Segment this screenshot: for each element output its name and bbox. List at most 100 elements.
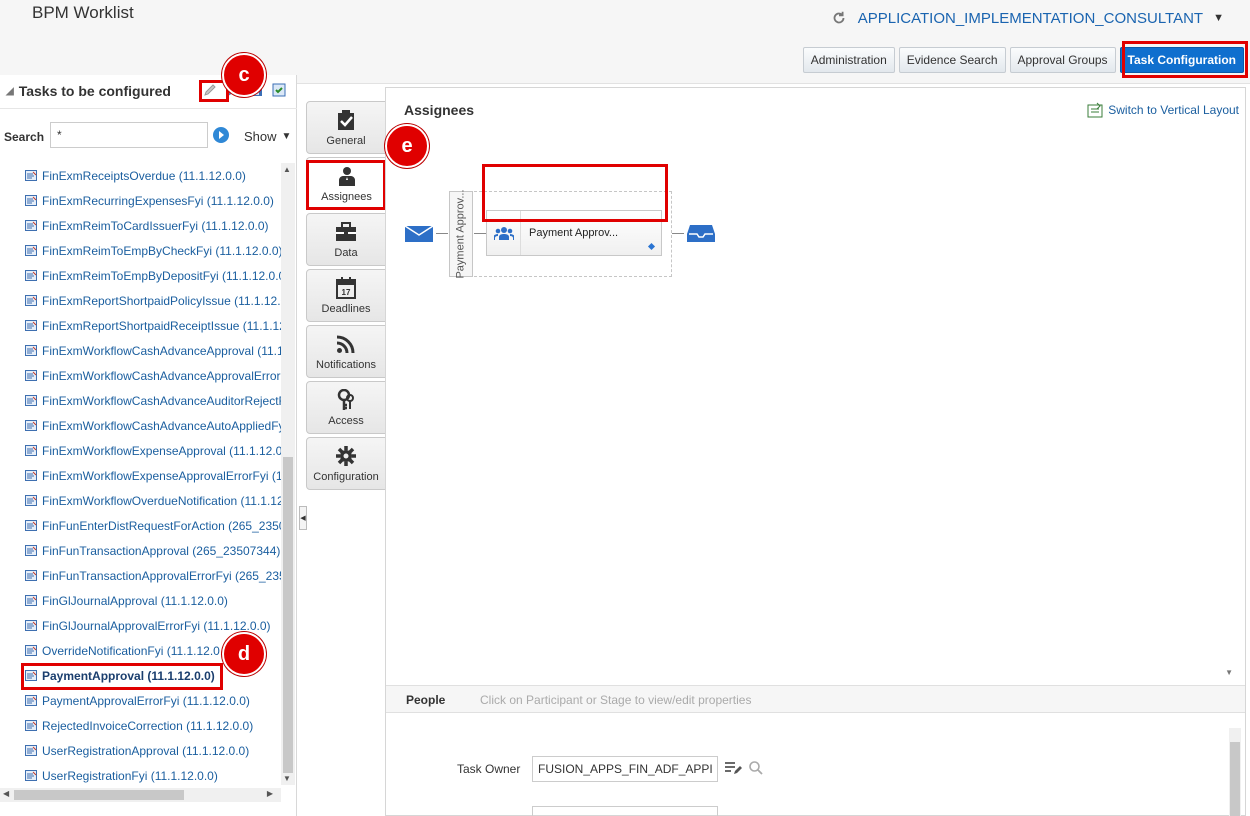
user-menu[interactable]: APPLICATION_IMPLEMENTATION_CONSULTANT ▼ — [830, 9, 1224, 27]
task-owner-input[interactable] — [532, 756, 718, 782]
task-icon — [25, 245, 37, 256]
task-label: FinExmWorkflowCashAdvanceApproval (11.1.… — [42, 343, 281, 358]
task-icon — [25, 320, 37, 331]
task-icon — [25, 495, 37, 506]
task-icon — [25, 195, 37, 206]
task-label: PaymentApproval (11.1.12.0.0) — [42, 668, 215, 683]
task-item[interactable]: FinExmReportShortpaidPolicyIssue (11.1.1… — [0, 288, 281, 313]
people-hint: Click on Participant or Stage to view/ed… — [480, 693, 752, 707]
keys-icon — [335, 388, 357, 411]
tab-administration[interactable]: Administration — [802, 47, 895, 73]
task-label: FinFunTransactionApproval (265_23507344) — [42, 543, 281, 558]
scroll-right-icon[interactable]: ▶ — [267, 789, 273, 798]
task-item[interactable]: FinExmWorkflowCashAdvanceApproval (11.1.… — [0, 338, 281, 363]
panel-splitter[interactable]: ◀ — [299, 506, 307, 530]
task-item[interactable]: FinExmWorkflowOverdueNotification (11.1.… — [0, 488, 281, 513]
second-field[interactable] — [532, 806, 718, 816]
nav-data[interactable]: Data — [306, 213, 386, 266]
stage-label-column[interactable]: Payment Approv... — [449, 189, 473, 279]
task-item[interactable]: PaymentApprovalErrorFyi (11.1.12.0.0) — [0, 688, 281, 713]
config-nav: General Assignees Data 17 Deadlines Noti… — [306, 101, 386, 493]
callout-e: e — [385, 124, 429, 168]
nav-label: Assignees — [321, 190, 372, 203]
switch-layout-label: Switch to Vertical Layout — [1108, 103, 1239, 117]
commit-icon[interactable] — [270, 81, 288, 99]
refresh-icon[interactable] — [830, 9, 848, 27]
task-label: FinExmReportShortpaidReceiptIssue (11.1.… — [42, 318, 281, 333]
tasks-panel-title[interactable]: ◢ Tasks to be configured — [6, 83, 171, 99]
end-inbox-icon — [687, 225, 715, 242]
callout-c: c — [222, 53, 266, 97]
nav-label: Notifications — [316, 358, 376, 371]
properties-pane: Task Owner — [386, 714, 1245, 816]
task-item[interactable]: FinExmReportShortpaidReceiptIssue (11.1.… — [0, 313, 281, 338]
task-item[interactable]: FinExmWorkflowCashAdvanceApprovalErrorFy… — [0, 363, 281, 388]
task-item[interactable]: FinExmWorkflowCashAdvanceAutoAppliedFyi — [0, 413, 281, 438]
switch-layout-link[interactable]: Switch to Vertical Layout — [1087, 102, 1239, 118]
task-item[interactable]: FinExmWorkflowExpenseApproval (11.1.12.0… — [0, 438, 281, 463]
task-item[interactable]: FinExmRecurringExpensesFyi (11.1.12.0.0) — [0, 188, 281, 213]
task-label: PaymentApprovalErrorFyi (11.1.12.0.0) — [42, 693, 250, 708]
stage-label: Payment Approv... — [455, 189, 468, 279]
task-list-hscroll[interactable]: ◀ ▶ — [0, 788, 281, 802]
nav-label: General — [326, 134, 366, 147]
scroll-up-icon[interactable]: ▲ — [283, 165, 291, 174]
nav-label: Configuration — [313, 470, 379, 483]
task-item[interactable]: UserRegistrationApproval (11.1.12.0.0) — [0, 738, 281, 763]
task-label: FinFunTransactionApprovalErrorFyi (265_2… — [42, 568, 281, 583]
task-label: FinFunEnterDistRequestForAction (265_235… — [42, 518, 281, 533]
task-icon — [25, 695, 37, 706]
tasks-panel-title-text: Tasks to be configured — [18, 83, 171, 99]
nav-deadlines[interactable]: 17 Deadlines — [306, 269, 386, 322]
task-label: UserRegistrationFyi (11.1.12.0.0) — [42, 768, 218, 783]
user-name[interactable]: APPLICATION_IMPLEMENTATION_CONSULTANT — [858, 10, 1203, 27]
task-icon — [25, 645, 37, 656]
task-label: OverrideNotificationFyi (11.1.12.0.0) — [42, 643, 234, 658]
scroll-left-icon[interactable]: ◀ — [3, 789, 9, 798]
task-list-vscroll[interactable]: ▲ ▼ — [281, 163, 295, 785]
task-item[interactable]: FinExmReimToCardIssuerFyi (11.1.12.0.0) — [0, 213, 281, 238]
task-item[interactable]: FinExmReceiptsOverdue (11.1.12.0.0) — [0, 163, 281, 188]
main-panel: Assignees Switch to Vertical Layout Paym… — [385, 87, 1246, 816]
tab-evidence-search[interactable]: Evidence Search — [898, 47, 1006, 73]
edit-pencil-icon[interactable] — [201, 81, 219, 99]
properties-scrollbar[interactable] — [1229, 728, 1241, 816]
task-item[interactable]: FinGlJournalApproval (11.1.12.0.0) — [0, 588, 281, 613]
chevron-down-icon[interactable]: ▼ — [1225, 668, 1233, 677]
search-icon[interactable] — [748, 760, 764, 776]
task-item[interactable]: UserRegistrationFyi (11.1.12.0.0) — [0, 763, 281, 785]
briefcase-icon — [335, 221, 357, 243]
show-menu-button[interactable]: Show ▼ — [244, 129, 291, 144]
nav-assignees[interactable]: Assignees — [306, 157, 386, 210]
chevron-down-icon[interactable]: ▼ — [1213, 12, 1224, 24]
nav-general[interactable]: General — [306, 101, 386, 154]
nav-configuration[interactable]: Configuration — [306, 437, 386, 490]
nav-notifications[interactable]: Notifications — [306, 325, 386, 378]
task-icon — [25, 345, 37, 356]
task-item[interactable]: FinFunTransactionApproval (265_23507344) — [0, 538, 281, 563]
task-item[interactable]: FinExmReimToEmpByDepositFyi (11.1.12.0.0… — [0, 263, 281, 288]
search-input[interactable] — [50, 122, 208, 148]
tab-task-configuration[interactable]: Task Configuration — [1119, 47, 1244, 73]
task-item[interactable]: FinExmReimToEmpByCheckFyi (11.1.12.0.0) — [0, 238, 281, 263]
tab-approval-groups[interactable]: Approval Groups — [1009, 47, 1116, 73]
scroll-thumb[interactable] — [14, 790, 184, 800]
scroll-thumb[interactable] — [1230, 742, 1240, 816]
scroll-down-icon[interactable]: ▼ — [283, 774, 291, 783]
task-item[interactable]: FinFunEnterDistRequestForAction (265_235… — [0, 513, 281, 538]
edit-list-icon[interactable] — [724, 760, 742, 776]
task-icon — [25, 295, 37, 306]
collapse-triangle-icon[interactable]: ◢ — [6, 86, 14, 97]
task-item[interactable]: FinFunTransactionApprovalErrorFyi (265_2… — [0, 563, 281, 588]
task-label: RejectedInvoiceCorrection (11.1.12.0.0) — [42, 718, 254, 733]
task-icon — [25, 270, 37, 281]
search-row: Search Show ▼ — [0, 121, 297, 151]
task-item[interactable]: RejectedInvoiceCorrection (11.1.12.0.0) — [0, 713, 281, 738]
task-item[interactable]: FinExmWorkflowCashAdvanceAuditorRejectFy… — [0, 388, 281, 413]
search-go-icon[interactable] — [212, 126, 230, 144]
scroll-thumb[interactable] — [283, 457, 293, 773]
participant-block[interactable]: Payment Approv... — [486, 210, 662, 256]
task-item[interactable]: FinExmWorkflowExpenseApprovalErrorFyi (1… — [0, 463, 281, 488]
flow-arrow — [436, 233, 448, 234]
nav-access[interactable]: Access — [306, 381, 386, 434]
